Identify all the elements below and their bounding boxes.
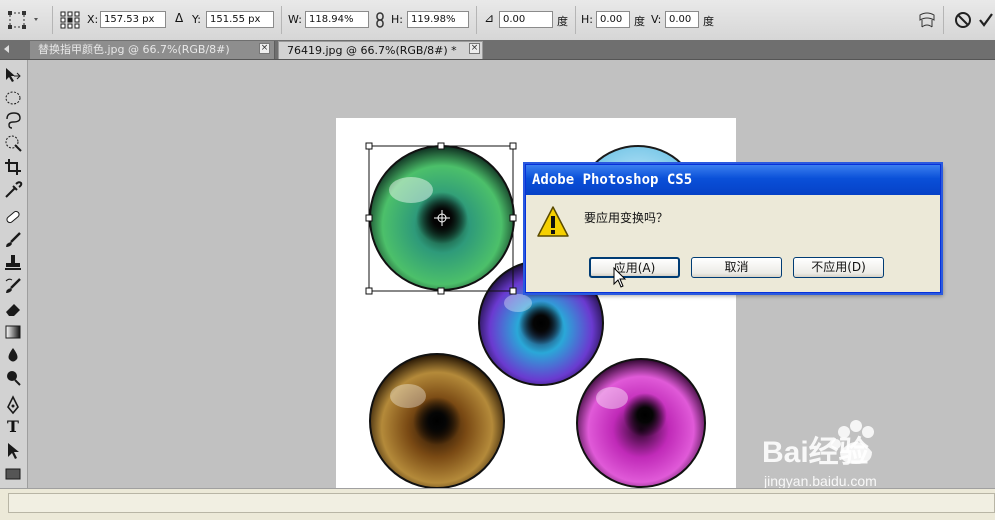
- dodge-tool-icon[interactable]: [3, 368, 23, 388]
- eraser-tool-icon[interactable]: [3, 299, 23, 319]
- separator: [281, 6, 282, 34]
- skew-v-field[interactable]: 0.00: [665, 11, 699, 28]
- x-label: X:: [87, 13, 99, 26]
- status-field: [8, 493, 995, 513]
- tab-label: 替换指甲颜色.jpg @ 66.7%(RGB/8#): [38, 43, 230, 56]
- options-bar: X: 157.53 px Δ Y: 151.55 px W: 118.94% H…: [0, 0, 995, 41]
- gradient-tool-icon[interactable]: [3, 322, 23, 342]
- eye-brown: [369, 353, 505, 489]
- healing-brush-tool-icon[interactable]: [3, 207, 23, 227]
- document-tab-strip: 替换指甲颜色.jpg @ 66.7%(RGB/8#) × 76419.jpg @…: [0, 40, 995, 60]
- apply-button[interactable]: 应用(A): [589, 257, 680, 278]
- dont-apply-button[interactable]: 不应用(D): [793, 257, 884, 278]
- watermark-url: jingyan.baidu.com: [763, 473, 877, 489]
- lasso-tool-icon[interactable]: [3, 110, 23, 130]
- blur-tool-icon[interactable]: [3, 345, 23, 365]
- crop-tool-icon[interactable]: [3, 157, 23, 177]
- warning-icon: [536, 205, 570, 239]
- eye-magenta: [576, 358, 706, 488]
- type-tool-icon[interactable]: T: [3, 417, 23, 437]
- x-field[interactable]: 157.53 px: [100, 11, 166, 28]
- dialog-message: 要应用变换吗？: [584, 211, 669, 225]
- skew-h-field[interactable]: 0.00: [596, 11, 630, 28]
- w-label: W:: [288, 13, 302, 26]
- dont-apply-button-label: 不应用(D): [811, 260, 866, 274]
- skew-v-unit: 度: [703, 15, 714, 28]
- commit-transform-icon[interactable]: [978, 10, 994, 30]
- skew-v-label: V:: [651, 13, 662, 26]
- separator: [575, 6, 576, 34]
- rotate-angle-field[interactable]: 0.00: [499, 11, 553, 28]
- transform-tool-icon: [8, 11, 38, 29]
- path-selection-tool-icon[interactable]: [3, 441, 23, 461]
- angle-unit: 度: [557, 15, 568, 28]
- apply-transform-dialog: Adobe Photoshop CS5 要应用变换吗？ 应用(A) 取消 不应用…: [525, 164, 941, 293]
- cancel-button[interactable]: 取消: [691, 257, 782, 278]
- rotate-angle-icon: ⊿: [484, 11, 495, 25]
- quick-selection-tool-icon[interactable]: [3, 133, 23, 153]
- tools-panel: T: [0, 60, 28, 488]
- reference-point-icon[interactable]: [60, 11, 80, 29]
- tool-preset-picker[interactable]: [6, 8, 42, 32]
- tab-document-1[interactable]: 替换指甲颜色.jpg @ 66.7%(RGB/8#): [30, 41, 275, 59]
- tab-document-2[interactable]: 76419.jpg @ 66.7%(RGB/8#) *: [278, 41, 483, 59]
- tab-close-icon[interactable]: ×: [469, 43, 480, 54]
- move-tool-icon[interactable]: [3, 65, 23, 85]
- separator: [943, 6, 944, 34]
- warp-mode-icon[interactable]: [917, 10, 937, 30]
- panel-collapse-icon[interactable]: [2, 44, 12, 54]
- cancel-button-label: 取消: [724, 260, 749, 274]
- baidu-watermark: Bai经验 jingyan.baidu.com: [760, 410, 980, 490]
- watermark-logo-text: Bai经验: [762, 435, 869, 469]
- tab-close-icon[interactable]: ×: [259, 43, 270, 54]
- skew-h-unit: 度: [634, 15, 645, 28]
- dialog-title: Adobe Photoshop CS5: [526, 165, 940, 195]
- y-field[interactable]: 151.55 px: [206, 11, 274, 28]
- mouse-cursor-icon: [613, 266, 627, 289]
- pen-tool-icon[interactable]: [3, 395, 23, 415]
- clone-stamp-tool-icon[interactable]: [3, 253, 23, 273]
- history-brush-tool-icon[interactable]: [3, 276, 23, 296]
- y-label: Y:: [192, 13, 201, 26]
- width-field[interactable]: 118.94%: [305, 11, 369, 28]
- separator: [476, 6, 477, 34]
- delta-icon: Δ: [175, 11, 184, 25]
- rectangle-tool-icon[interactable]: [3, 464, 23, 484]
- status-bar: [0, 488, 995, 520]
- eyedropper-tool-icon[interactable]: [3, 180, 23, 200]
- skew-h-label: H:: [581, 13, 593, 26]
- marquee-tool-icon[interactable]: [3, 88, 23, 108]
- link-icon[interactable]: [375, 12, 385, 28]
- separator: [52, 6, 53, 34]
- h-label: H:: [391, 13, 403, 26]
- tab-label: 76419.jpg @ 66.7%(RGB/8#) *: [287, 44, 457, 57]
- cancel-transform-icon[interactable]: [953, 10, 973, 30]
- height-field[interactable]: 119.98%: [407, 11, 469, 28]
- brush-tool-icon[interactable]: [3, 230, 23, 250]
